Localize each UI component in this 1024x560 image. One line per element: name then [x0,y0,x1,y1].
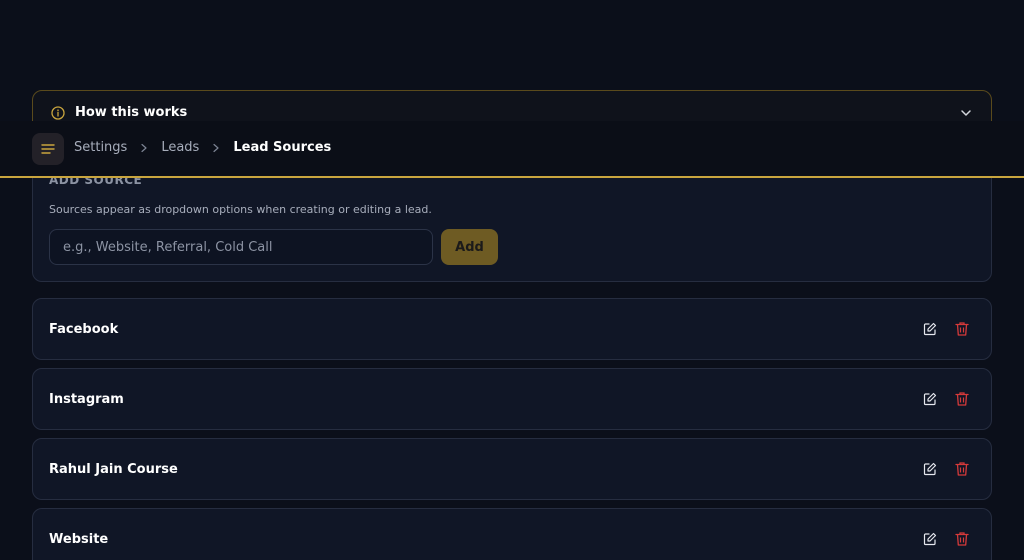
row-actions [923,461,969,477]
edit-icon[interactable] [923,321,937,337]
how-this-works-header[interactable]: How this works [51,105,187,120]
source-name: Website [49,532,109,547]
source-name: Instagram [49,392,124,407]
menu-button[interactable] [32,133,64,165]
list-item: Instagram [32,368,992,430]
chevron-right-icon [211,143,221,153]
add-source-description: Sources appear as dropdown options when … [49,203,432,216]
list-item: Facebook [32,298,992,360]
list-item: Website [32,508,992,560]
breadcrumb-lead-sources: Lead Sources [233,140,332,155]
breadcrumb-leads[interactable]: Leads [161,140,199,155]
trash-icon[interactable] [955,321,969,337]
source-name: Facebook [49,322,119,337]
source-name: Rahul Jain Course [49,462,178,477]
trash-icon[interactable] [955,461,969,477]
add-source-button[interactable]: Add [441,229,498,265]
list-item: Rahul Jain Course [32,438,992,500]
menu-icon [41,143,55,155]
edit-icon[interactable] [923,391,937,407]
row-actions [923,531,969,547]
edit-icon[interactable] [923,531,937,547]
info-icon [51,105,65,120]
edit-icon[interactable] [923,461,937,477]
trash-icon[interactable] [955,391,969,407]
breadcrumb-bar: Settings Leads Lead Sources [0,121,1024,178]
breadcrumb: Settings Leads Lead Sources [74,140,331,155]
chevron-down-icon[interactable] [959,106,973,120]
trash-icon[interactable] [955,531,969,547]
source-name-input[interactable] [49,229,433,265]
how-this-works-title: How this works [75,105,188,120]
row-actions [923,391,969,407]
row-actions [923,321,969,337]
lead-sources-page: How this works ADD SOURCE Sources appear… [0,0,1024,560]
chevron-right-icon [139,143,149,153]
breadcrumb-settings[interactable]: Settings [74,140,127,155]
source-list: Facebook Instagram Rahul Jain Course Web… [32,298,992,560]
